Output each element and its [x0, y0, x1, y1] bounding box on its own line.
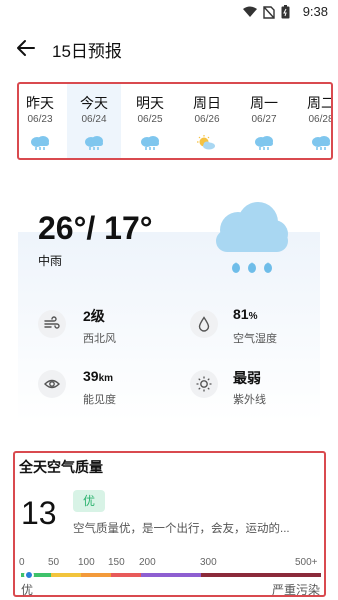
back-arrow-icon: [17, 40, 35, 56]
visibility-value: 39km: [83, 368, 113, 384]
aqi-segment-medium: [111, 573, 141, 577]
humidity-unit: %: [248, 311, 258, 322]
temperature-range: 26°/ 17°: [38, 210, 153, 246]
aqi-segment-heavy: [141, 573, 201, 577]
aqi-segment-light: [81, 573, 111, 577]
uv-label: 紫外线: [233, 394, 266, 406]
day-name: 明天: [136, 95, 164, 111]
aqi-scale-labels: 0 50 100 150 200 300 500+: [15, 557, 324, 571]
rain-cloud-icon: [85, 136, 103, 150]
wifi-icon: [243, 6, 257, 17]
wind-icon: [44, 316, 60, 329]
status-icons: [243, 5, 290, 19]
day-date: 06/24: [81, 114, 107, 125]
rain-cloud-icon: [31, 136, 49, 150]
aqi-gradient-bar: [21, 570, 321, 580]
humidity-label: 空气湿度: [233, 333, 277, 345]
air-quality-title: 全天空气质量: [19, 459, 103, 475]
scale-label: 50: [48, 557, 60, 568]
day-name: 周一: [250, 95, 278, 111]
aqi-level-badge: 优: [73, 490, 105, 512]
partly-sunny-icon: [197, 135, 215, 150]
header: 15日预报: [0, 30, 338, 64]
scale-label: 100: [78, 557, 95, 568]
status-time: 9:38: [302, 4, 328, 19]
wind-stat-icon: [38, 310, 66, 338]
uv-stat-icon: [190, 370, 218, 398]
visibility-label: 能见度: [83, 394, 116, 406]
rain-cloud-icon: [312, 136, 330, 150]
day-name: 周日: [193, 95, 221, 111]
scale-label: 150: [108, 557, 125, 568]
aqi-value: 13: [21, 495, 57, 531]
status-bar: 9:38: [0, 0, 338, 24]
aqi-description: 空气质量优，是一个出行，会友，运动的...: [73, 523, 290, 535]
uv-value: 最弱: [233, 370, 261, 386]
forecast-day-monday[interactable]: 周一 06/27: [237, 84, 291, 158]
air-quality-card[interactable]: 全天空气质量 13 优 空气质量优，是一个出行，会友，运动的... 0 50 1…: [13, 451, 326, 597]
rain-cloud-icon: [141, 136, 159, 150]
forecast-day-yesterday[interactable]: 昨天 06/23: [19, 84, 67, 158]
no-sim-icon: [263, 5, 275, 19]
forecast-strip[interactable]: 昨天 06/23 今天 06/24 明天 06/25 周日 06/26 周一 0…: [17, 82, 333, 160]
humidity-stat-icon: [190, 310, 218, 338]
scale-label: 500+: [295, 557, 318, 568]
battery-icon: [281, 5, 290, 19]
day-date: 06/26: [194, 114, 220, 125]
aqi-max-label: 严重污染: [271, 583, 320, 597]
day-date: 06/23: [27, 114, 53, 125]
scale-label: 200: [139, 557, 156, 568]
forecast-day-today[interactable]: 今天 06/24: [67, 84, 121, 158]
aqi-segment-moderate: [51, 573, 81, 577]
visibility-unit: km: [98, 373, 114, 384]
forecast-day-tomorrow[interactable]: 明天 06/25: [123, 84, 177, 158]
scale-label: 300: [200, 557, 217, 568]
day-date: 06/28: [308, 114, 333, 125]
forecast-day-tuesday[interactable]: 周二 06/28: [294, 84, 333, 158]
visibility-stat-icon: [38, 370, 66, 398]
day-name: 昨天: [26, 95, 54, 111]
wind-direction: 西北风: [83, 333, 116, 345]
visibility-number: 39: [83, 368, 99, 384]
aqi-min-label: 优: [21, 583, 34, 597]
water-drop-icon: [198, 316, 210, 332]
wind-level: 2级: [83, 308, 105, 324]
aqi-marker: [24, 570, 34, 580]
page-title: 15日预报: [52, 42, 122, 61]
back-button[interactable]: [14, 36, 38, 60]
humidity-number: 81: [233, 306, 249, 322]
rain-cloud-icon: [216, 202, 288, 273]
aqi-segment-severe: [201, 573, 321, 577]
day-name: 周二: [307, 95, 333, 111]
rain-cloud-icon: [255, 136, 273, 150]
sun-icon: [196, 376, 212, 392]
day-date: 06/25: [137, 114, 163, 125]
day-name: 今天: [80, 95, 108, 111]
day-date: 06/27: [251, 114, 277, 125]
eye-icon: [44, 379, 60, 389]
humidity-value: 81%: [233, 306, 257, 322]
weather-condition: 中雨: [38, 254, 63, 268]
forecast-day-sunday[interactable]: 周日 06/26: [180, 84, 234, 158]
scale-label: 0: [19, 557, 25, 568]
